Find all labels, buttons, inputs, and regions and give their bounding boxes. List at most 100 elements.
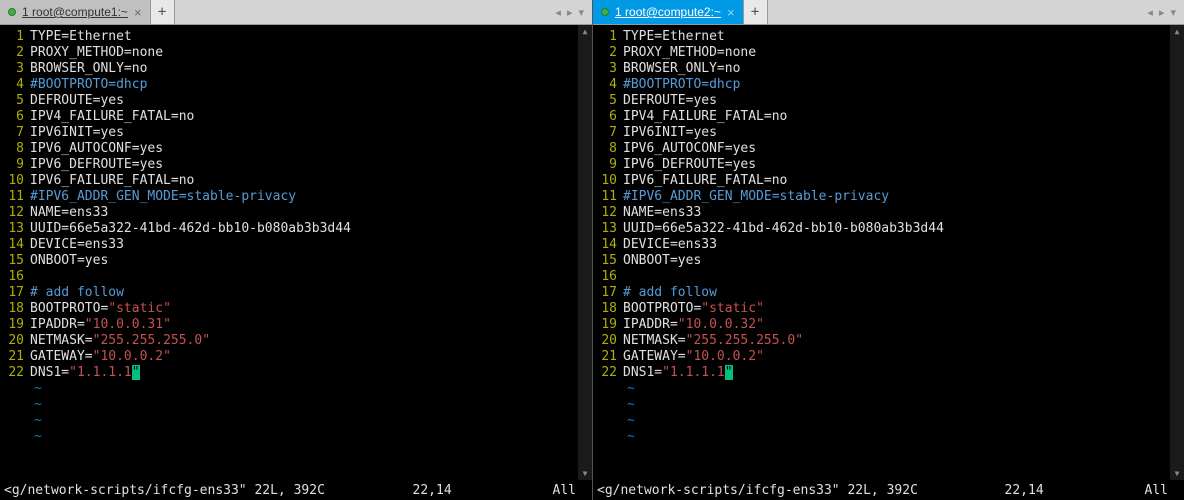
line-number: 11 <box>0 189 24 205</box>
tab-nav: ◂ ▸ ▾ <box>1139 0 1184 24</box>
nav-prev-icon[interactable]: ◂ <box>1145 6 1155 19</box>
line-number: 2 <box>593 45 617 61</box>
code-line[interactable]: IPV4_FAILURE_FATAL=no <box>623 109 1170 125</box>
nav-menu-icon[interactable]: ▾ <box>1168 6 1178 19</box>
vertical-scrollbar[interactable] <box>1170 25 1184 480</box>
tab-bar: 1 root@compute2:~ × + ◂ ▸ ▾ <box>593 0 1184 25</box>
code-line[interactable]: BOOTPROTO="static" <box>623 301 1170 317</box>
line-number: 6 <box>0 109 24 125</box>
line-number-gutter: 12345678910111213141516171819202122 <box>0 25 30 480</box>
nav-next-icon[interactable]: ▸ <box>1157 6 1167 19</box>
code-line[interactable]: GATEWAY="10.0.0.2" <box>623 349 1170 365</box>
new-tab-button[interactable]: + <box>744 0 768 24</box>
line-number: 21 <box>593 349 617 365</box>
code-line[interactable]: NAME=ens33 <box>30 205 578 221</box>
tab-bar: 1 root@compute1:~ × + ◂ ▸ ▾ <box>0 0 592 25</box>
terminal-pane-right: 1 root@compute2:~ × + ◂ ▸ ▾ 123456789101… <box>592 0 1184 500</box>
empty-line-tilde: ~ <box>30 397 578 413</box>
line-number: 19 <box>593 317 617 333</box>
nav-prev-icon[interactable]: ◂ <box>553 6 563 19</box>
code-line[interactable] <box>30 269 578 285</box>
editor-area[interactable]: 12345678910111213141516171819202122 TYPE… <box>0 25 592 480</box>
code-line[interactable]: DEFROUTE=yes <box>623 93 1170 109</box>
code-line[interactable]: NETMASK="255.255.255.0" <box>623 333 1170 349</box>
line-number: 14 <box>593 237 617 253</box>
code-content[interactable]: TYPE=EthernetPROXY_METHOD=noneBROWSER_ON… <box>30 25 578 480</box>
code-line[interactable]: UUID=66e5a322-41bd-462d-bb10-b080ab3b3d4… <box>30 221 578 237</box>
terminal-pane-left: 1 root@compute1:~ × + ◂ ▸ ▾ 123456789101… <box>0 0 592 500</box>
line-number: 13 <box>593 221 617 237</box>
vertical-scrollbar[interactable] <box>578 25 592 480</box>
code-line[interactable]: IPADDR="10.0.0.32" <box>623 317 1170 333</box>
code-line[interactable]: TYPE=Ethernet <box>623 29 1170 45</box>
code-line[interactable]: NAME=ens33 <box>623 205 1170 221</box>
terminal-tab[interactable]: 1 root@compute2:~ × <box>593 0 744 24</box>
code-line[interactable]: #BOOTPROTO=dhcp <box>30 77 578 93</box>
code-line[interactable]: DEVICE=ens33 <box>623 237 1170 253</box>
close-icon[interactable]: × <box>727 5 735 20</box>
code-line[interactable]: PROXY_METHOD=none <box>623 45 1170 61</box>
code-line[interactable]: # add follow <box>623 285 1170 301</box>
line-number: 18 <box>593 301 617 317</box>
code-line[interactable]: DNS1="1.1.1.1" <box>30 365 578 381</box>
tab-nav: ◂ ▸ ▾ <box>547 0 592 24</box>
code-line[interactable] <box>623 269 1170 285</box>
new-tab-button[interactable]: + <box>151 0 175 24</box>
code-line[interactable]: UUID=66e5a322-41bd-462d-bb10-b080ab3b3d4… <box>623 221 1170 237</box>
line-number: 22 <box>0 365 24 381</box>
line-number: 5 <box>0 93 24 109</box>
line-number: 7 <box>593 125 617 141</box>
line-number: 19 <box>0 317 24 333</box>
code-line[interactable]: IPV6_FAILURE_FATAL=no <box>30 173 578 189</box>
line-number: 8 <box>593 141 617 157</box>
code-line[interactable]: IPV6INIT=yes <box>623 125 1170 141</box>
code-line[interactable]: ONBOOT=yes <box>30 253 578 269</box>
status-dot-icon <box>601 8 609 16</box>
status-scroll: All <box>1145 483 1180 498</box>
code-line[interactable]: BOOTPROTO="static" <box>30 301 578 317</box>
line-number: 10 <box>0 173 24 189</box>
line-number: 15 <box>0 253 24 269</box>
code-line[interactable]: IPV6_FAILURE_FATAL=no <box>623 173 1170 189</box>
code-line[interactable]: IPV6_DEFROUTE=yes <box>30 157 578 173</box>
line-number: 22 <box>593 365 617 381</box>
code-line[interactable]: PROXY_METHOD=none <box>30 45 578 61</box>
code-line[interactable]: BROWSER_ONLY=no <box>30 61 578 77</box>
nav-next-icon[interactable]: ▸ <box>565 6 575 19</box>
editor-area[interactable]: 12345678910111213141516171819202122 TYPE… <box>593 25 1184 480</box>
terminal-tab[interactable]: 1 root@compute1:~ × <box>0 0 151 24</box>
code-line[interactable]: IPV6_DEFROUTE=yes <box>623 157 1170 173</box>
code-line[interactable]: #BOOTPROTO=dhcp <box>623 77 1170 93</box>
empty-line-tilde: ~ <box>623 429 1170 445</box>
code-line[interactable]: IPV6_AUTOCONF=yes <box>30 141 578 157</box>
code-line[interactable]: BROWSER_ONLY=no <box>623 61 1170 77</box>
code-line[interactable]: IPV6_AUTOCONF=yes <box>623 141 1170 157</box>
nav-menu-icon[interactable]: ▾ <box>576 6 586 19</box>
line-number: 17 <box>593 285 617 301</box>
code-line[interactable]: # add follow <box>30 285 578 301</box>
code-line[interactable]: IPV6INIT=yes <box>30 125 578 141</box>
code-line[interactable]: #IPV6_ADDR_GEN_MODE=stable-privacy <box>623 189 1170 205</box>
line-number: 9 <box>593 157 617 173</box>
code-line[interactable]: GATEWAY="10.0.0.2" <box>30 349 578 365</box>
line-number: 15 <box>593 253 617 269</box>
line-number: 18 <box>0 301 24 317</box>
line-number: 14 <box>0 237 24 253</box>
status-file: <g/network-scripts/ifcfg-ens33" 22L, 392… <box>597 483 918 498</box>
close-icon[interactable]: × <box>134 5 142 20</box>
line-number: 4 <box>593 77 617 93</box>
code-line[interactable]: #IPV6_ADDR_GEN_MODE=stable-privacy <box>30 189 578 205</box>
line-number: 3 <box>593 61 617 77</box>
line-number: 16 <box>593 269 617 285</box>
code-line[interactable]: TYPE=Ethernet <box>30 29 578 45</box>
status-scroll: All <box>553 483 588 498</box>
code-line[interactable]: IPV4_FAILURE_FATAL=no <box>30 109 578 125</box>
code-line[interactable]: IPADDR="10.0.0.31" <box>30 317 578 333</box>
code-line[interactable]: NETMASK="255.255.255.0" <box>30 333 578 349</box>
code-line[interactable]: DNS1="1.1.1.1" <box>623 365 1170 381</box>
code-line[interactable]: ONBOOT=yes <box>623 253 1170 269</box>
code-content[interactable]: TYPE=EthernetPROXY_METHOD=noneBROWSER_ON… <box>623 25 1170 480</box>
code-line[interactable]: DEVICE=ens33 <box>30 237 578 253</box>
tab-title: 1 root@compute1:~ <box>22 5 128 19</box>
code-line[interactable]: DEFROUTE=yes <box>30 93 578 109</box>
